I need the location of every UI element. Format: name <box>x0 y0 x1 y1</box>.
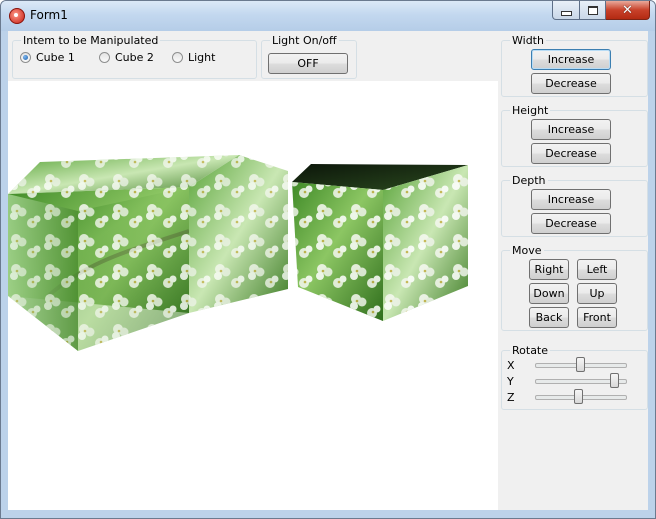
height-group-title: Height <box>510 104 551 117</box>
radio-light-dot[interactable] <box>172 52 183 63</box>
manipulate-group: Intem to be Manipulated Cube 1 Cube 2 Li… <box>12 34 257 79</box>
rotate-y-slider[interactable] <box>610 373 620 388</box>
move-back-button[interactable]: Back <box>529 307 569 328</box>
app-window: Form1 ✕ Intem to be Manipulated Cube 1 C… <box>0 0 656 519</box>
move-left-button[interactable]: Left <box>577 259 617 280</box>
depth-decrease-button[interactable]: Decrease <box>531 213 611 234</box>
rotate-group-title: Rotate <box>510 344 551 357</box>
caption-buttons: ✕ <box>552 1 650 21</box>
cube-2 <box>292 164 468 321</box>
rotate-x-label: X <box>507 359 515 372</box>
client-area: Intem to be Manipulated Cube 1 Cube 2 Li… <box>8 31 648 510</box>
radio-light-label: Light <box>188 51 216 64</box>
width-decrease-button[interactable]: Decrease <box>531 73 611 94</box>
minimize-icon <box>560 10 572 16</box>
radio-cube2-label: Cube 2 <box>115 51 154 64</box>
height-decrease-button[interactable]: Decrease <box>531 143 611 164</box>
radio-cube2-dot[interactable] <box>99 52 110 63</box>
rotate-group: Rotate X Y Z <box>501 344 648 410</box>
move-group-title: Move <box>510 244 544 257</box>
move-group: Move Right Left Down Up Back Front <box>501 244 648 331</box>
minimize-button[interactable] <box>552 1 580 20</box>
radio-cube1-label: Cube 1 <box>36 51 75 64</box>
radio-light[interactable]: Light <box>172 51 215 64</box>
close-icon: ✕ <box>622 2 633 18</box>
radio-cube1[interactable]: Cube 1 <box>20 51 75 64</box>
width-increase-button[interactable]: Increase <box>531 49 611 70</box>
depth-increase-button[interactable]: Increase <box>531 189 611 210</box>
rotate-z-label: Z <box>507 391 515 404</box>
move-right-button[interactable]: Right <box>529 259 569 280</box>
cube-1 <box>8 155 288 351</box>
title-bar[interactable]: Form1 ✕ <box>1 1 655 31</box>
manipulate-group-title: Intem to be Manipulated <box>21 34 161 47</box>
width-group-title: Width <box>510 34 546 47</box>
radio-cube1-dot[interactable] <box>20 52 31 63</box>
app-icon[interactable] <box>9 8 25 24</box>
light-toggle-button[interactable]: OFF <box>268 53 348 74</box>
window-title: Form1 <box>30 8 68 22</box>
depth-group: Depth Increase Decrease <box>501 174 648 237</box>
rotate-y-label: Y <box>507 375 514 388</box>
maximize-button[interactable] <box>580 1 606 20</box>
radio-cube2[interactable]: Cube 2 <box>99 51 154 64</box>
move-down-button[interactable]: Down <box>529 283 569 304</box>
maximize-icon <box>587 5 598 15</box>
scene-svg <box>8 155 468 351</box>
light-group-title: Light On/off <box>270 34 339 47</box>
depth-group-title: Depth <box>510 174 548 187</box>
width-group: Width Increase Decrease <box>501 34 648 97</box>
rotate-z-slider[interactable] <box>573 389 583 404</box>
close-button[interactable]: ✕ <box>606 1 650 20</box>
3d-viewport[interactable] <box>8 81 498 510</box>
height-increase-button[interactable]: Increase <box>531 119 611 140</box>
move-up-button[interactable]: Up <box>577 283 617 304</box>
move-front-button[interactable]: Front <box>577 307 617 328</box>
light-group: Light On/off OFF <box>261 34 357 79</box>
height-group: Height Increase Decrease <box>501 104 648 167</box>
rotate-x-slider[interactable] <box>575 357 585 372</box>
